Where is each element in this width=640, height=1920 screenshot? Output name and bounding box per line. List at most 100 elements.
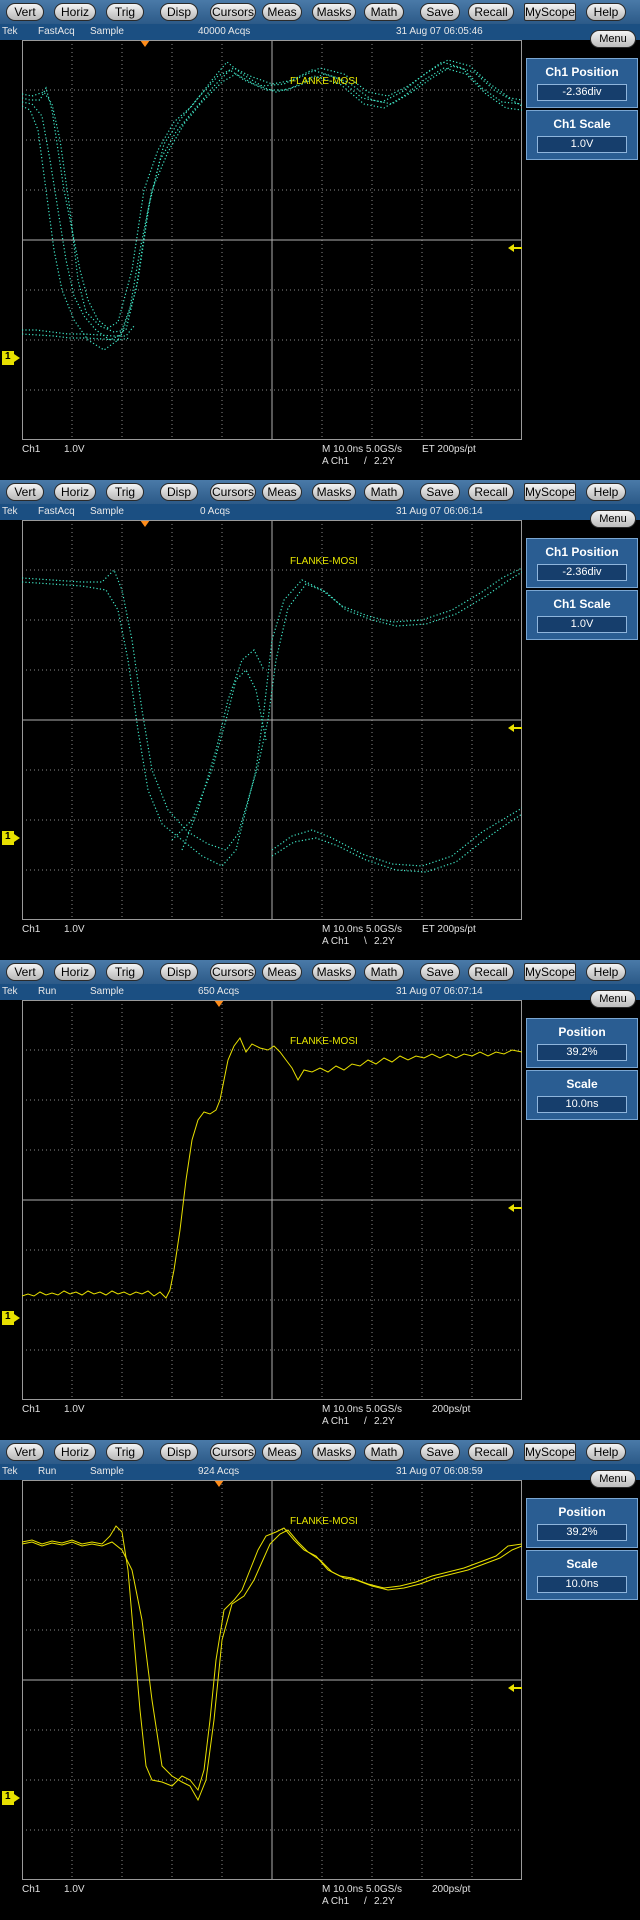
- horiz-button[interactable]: Horiz: [54, 483, 96, 501]
- timestamp: 31 Aug 07 06:06:14: [396, 506, 483, 517]
- menu-button[interactable]: Menu: [590, 30, 636, 48]
- recall-button[interactable]: Recall: [468, 963, 514, 981]
- sample-rate-readout: ET 200ps/pt: [422, 444, 476, 455]
- trig-button[interactable]: Trig: [106, 483, 144, 501]
- menu-button[interactable]: Menu: [590, 990, 636, 1008]
- vert-button[interactable]: Vert: [6, 483, 44, 501]
- masks-button[interactable]: Masks: [312, 483, 356, 501]
- channel-label: Ch1: [22, 924, 41, 935]
- brand-label: Tek: [2, 1466, 18, 1477]
- myscope-button[interactable]: MyScope: [524, 1443, 576, 1461]
- trigger-source: A Ch1: [322, 936, 350, 947]
- save-button[interactable]: Save: [420, 483, 460, 501]
- side-panel-scale[interactable]: Ch1 Scale 1.0V: [526, 590, 638, 640]
- math-button[interactable]: Math: [364, 3, 404, 21]
- side-panel-position[interactable]: Position 39.2%: [526, 1018, 638, 1068]
- myscope-button[interactable]: MyScope: [524, 483, 576, 501]
- side-panel-scale[interactable]: Scale 10.0ns: [526, 1070, 638, 1120]
- cursors-button[interactable]: Cursors: [210, 1443, 256, 1461]
- meas-button[interactable]: Meas: [262, 1443, 302, 1461]
- sample-label: Sample: [90, 986, 124, 997]
- trigger-slope: \: [364, 936, 367, 947]
- trigger-level: 2.2Y: [374, 936, 395, 947]
- side-panel-scale[interactable]: Scale 10.0ns: [526, 1550, 638, 1600]
- waveform-trace: [271, 813, 522, 873]
- save-button[interactable]: Save: [420, 3, 460, 21]
- side-panel-value[interactable]: 10.0ns: [537, 1096, 627, 1113]
- cursors-button[interactable]: Cursors: [210, 483, 256, 501]
- recall-button[interactable]: Recall: [468, 483, 514, 501]
- trigger-level-arrow-icon: [508, 244, 522, 252]
- disp-button[interactable]: Disp: [160, 3, 198, 21]
- horiz-button[interactable]: Horiz: [54, 3, 96, 21]
- side-panel-position[interactable]: Position 39.2%: [526, 1498, 638, 1548]
- horiz-button[interactable]: Horiz: [54, 963, 96, 981]
- side-panel-value[interactable]: 10.0ns: [537, 1576, 627, 1593]
- masks-button[interactable]: Masks: [312, 963, 356, 981]
- help-button[interactable]: Help: [586, 1443, 626, 1461]
- center-axes: [22, 40, 522, 440]
- sample-rate-readout: ET 200ps/pt: [422, 924, 476, 935]
- side-panel-value[interactable]: 1.0V: [537, 616, 627, 633]
- trig-button[interactable]: Trig: [106, 963, 144, 981]
- disp-button[interactable]: Disp: [160, 1443, 198, 1461]
- waveform-graticule: [22, 1000, 522, 1400]
- help-button[interactable]: Help: [586, 3, 626, 21]
- acq-mode-label: Run: [38, 986, 57, 997]
- waveform-annotation: FLANKE-MOSI: [290, 1516, 358, 1527]
- side-panel-position[interactable]: Ch1 Position -2.36div: [526, 58, 638, 108]
- side-panel-value[interactable]: 39.2%: [537, 1044, 627, 1061]
- channel-marker-number: 1: [5, 831, 11, 842]
- menu-button[interactable]: Menu: [590, 510, 636, 528]
- sample-label: Sample: [90, 26, 124, 37]
- vert-button[interactable]: Vert: [6, 1443, 44, 1461]
- meas-button[interactable]: Meas: [262, 3, 302, 21]
- myscope-button[interactable]: MyScope: [524, 963, 576, 981]
- trig-button[interactable]: Trig: [106, 3, 144, 21]
- side-panel-title: Ch1 Position: [545, 545, 619, 559]
- help-button[interactable]: Help: [586, 963, 626, 981]
- math-button[interactable]: Math: [364, 1443, 404, 1461]
- side-panel-title: Scale: [566, 1077, 598, 1091]
- side-panel-scale[interactable]: Ch1 Scale 1.0V: [526, 110, 638, 160]
- meas-button[interactable]: Meas: [262, 963, 302, 981]
- horiz-button[interactable]: Horiz: [54, 1443, 96, 1461]
- meas-button[interactable]: Meas: [262, 483, 302, 501]
- help-button[interactable]: Help: [586, 483, 626, 501]
- brand-label: Tek: [2, 26, 18, 37]
- side-panel-value[interactable]: 39.2%: [537, 1524, 627, 1541]
- side-panel-position[interactable]: Ch1 Position -2.36div: [526, 538, 638, 588]
- acq-count: 924 Acqs: [198, 1466, 240, 1477]
- math-button[interactable]: Math: [364, 963, 404, 981]
- center-axes: [22, 1480, 522, 1880]
- cursors-button[interactable]: Cursors: [210, 963, 256, 981]
- vert-button[interactable]: Vert: [6, 3, 44, 21]
- trigger-source: A Ch1: [322, 456, 350, 467]
- cursors-button[interactable]: Cursors: [210, 3, 256, 21]
- sample-label: Sample: [90, 1466, 124, 1477]
- side-panel-value[interactable]: -2.36div: [537, 564, 627, 581]
- myscope-button[interactable]: MyScope: [524, 3, 576, 21]
- save-button[interactable]: Save: [420, 963, 460, 981]
- side-panel-value[interactable]: -2.36div: [537, 84, 627, 101]
- trig-button[interactable]: Trig: [106, 1443, 144, 1461]
- disp-button[interactable]: Disp: [160, 963, 198, 981]
- side-panel-title: Ch1 Scale: [553, 117, 611, 131]
- masks-button[interactable]: Masks: [312, 1443, 356, 1461]
- save-button[interactable]: Save: [420, 1443, 460, 1461]
- recall-button[interactable]: Recall: [468, 3, 514, 21]
- waveform-trace: [22, 333, 131, 341]
- waveform-annotation: FLANKE-MOSI: [290, 1036, 358, 1047]
- math-button[interactable]: Math: [364, 483, 404, 501]
- center-axes: [22, 520, 522, 920]
- waveform-graticule: [22, 520, 522, 920]
- masks-button[interactable]: Masks: [312, 3, 356, 21]
- waveform-trace: [171, 668, 267, 841]
- side-panel-value[interactable]: 1.0V: [537, 136, 627, 153]
- center-axes: [22, 1000, 522, 1400]
- vert-button[interactable]: Vert: [6, 963, 44, 981]
- timestamp: 31 Aug 07 06:08:59: [396, 1466, 483, 1477]
- menu-button[interactable]: Menu: [590, 1470, 636, 1488]
- recall-button[interactable]: Recall: [468, 1443, 514, 1461]
- disp-button[interactable]: Disp: [160, 483, 198, 501]
